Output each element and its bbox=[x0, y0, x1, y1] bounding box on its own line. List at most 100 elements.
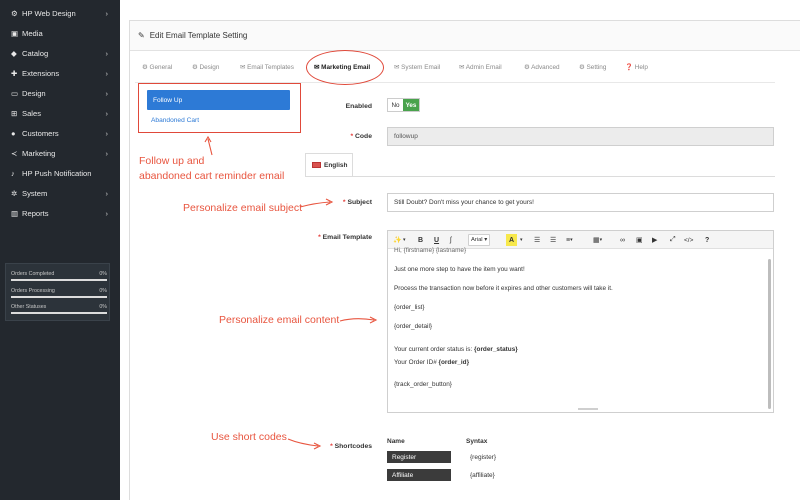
annotation-subject: Personalize email subject bbox=[183, 202, 303, 214]
chevron-right-icon: › bbox=[105, 68, 109, 78]
text-color-button[interactable]: A bbox=[506, 234, 518, 246]
editor-line-status: Your current order status is: {order_sta… bbox=[394, 346, 518, 353]
sidebar-item-design[interactable]: ▭ Design › bbox=[0, 83, 120, 103]
envelope-icon: ✉ bbox=[394, 64, 400, 71]
sidebar-item-customers[interactable]: ● Customers › bbox=[0, 123, 120, 143]
tab-system-email[interactable]: ✉ System Email bbox=[394, 63, 440, 71]
envelope-icon: ✉ bbox=[459, 64, 465, 71]
help-icon[interactable]: ? bbox=[705, 234, 709, 246]
tab-design[interactable]: ⚙ Design bbox=[192, 63, 219, 71]
panel-header: ✎ Edit Email Template Setting bbox=[130, 21, 800, 51]
share-icon: ≺ bbox=[11, 148, 18, 158]
sidebar-item-label: HP Push Notification bbox=[22, 168, 92, 178]
sidebar-item-catalog[interactable]: ◆ Catalog › bbox=[0, 43, 120, 63]
sidebar-item-sales[interactable]: ⊞ Sales › bbox=[0, 103, 120, 123]
gears-icon: ⚙ bbox=[579, 64, 585, 71]
progress-bar bbox=[11, 296, 107, 298]
puzzle-icon: ✚ bbox=[11, 68, 18, 78]
subject-field[interactable]: Still Doubt? Don't miss your chance to g… bbox=[387, 193, 774, 212]
gears-icon: ⚙ bbox=[142, 64, 148, 71]
chevron-right-icon: › bbox=[105, 108, 109, 118]
sidebar-item-extensions[interactable]: ✚ Extensions › bbox=[0, 63, 120, 83]
code-field[interactable]: followup bbox=[387, 127, 774, 146]
required-mark: * bbox=[318, 234, 321, 241]
abandoned-cart-item[interactable]: Abandoned Cart bbox=[151, 117, 199, 124]
align-icon[interactable]: ≡ ▾ bbox=[566, 234, 573, 246]
chevron-right-icon: › bbox=[105, 208, 109, 218]
order-stats-panel: Orders Completed 0% Orders Processing 0%… bbox=[5, 263, 110, 321]
underline-button[interactable]: U bbox=[434, 234, 439, 246]
cart-icon: ⊞ bbox=[11, 108, 18, 118]
editor-line: {order_detail} bbox=[394, 323, 433, 330]
enabled-toggle[interactable]: No Yes bbox=[387, 98, 420, 112]
editor-line: Process the transaction now before it ex… bbox=[394, 285, 613, 292]
video-icon[interactable]: ▶ bbox=[652, 234, 657, 246]
shortcode-syntax-register: {register} bbox=[470, 454, 497, 461]
cog-icon: ✲ bbox=[11, 188, 18, 198]
tab-help[interactable]: ❓ Help bbox=[625, 63, 648, 71]
magic-icon[interactable]: ✨ bbox=[393, 234, 402, 246]
page-title: Edit Email Template Setting bbox=[149, 31, 248, 40]
chevron-right-icon: › bbox=[105, 188, 109, 198]
font-family-select[interactable]: Arial ▾ bbox=[468, 234, 491, 246]
chevron-down-icon[interactable]: ▾ bbox=[403, 234, 406, 246]
shortcodes-label: * Shortcodes bbox=[330, 443, 372, 450]
tab-email-templates[interactable]: ✉ Email Templates bbox=[240, 63, 294, 71]
toggle-yes[interactable]: Yes bbox=[403, 99, 419, 111]
email-template-editor[interactable]: ✨ ▾ B U ʃ Arial ▾ A ▾ ☰ ☰ ≡ ▾ ▦ ▾ ∞ ▣ ▶ ⤢ … bbox=[387, 230, 774, 413]
language-tab-divider bbox=[305, 176, 775, 177]
language-tab-english[interactable]: English bbox=[305, 153, 353, 176]
chevron-right-icon: › bbox=[105, 128, 109, 138]
tab-general[interactable]: ⚙ General bbox=[142, 63, 172, 71]
shortcode-name-affiliate[interactable]: Affiliate bbox=[387, 469, 451, 481]
sidebar-item-marketing[interactable]: ≺ Marketing › bbox=[0, 143, 120, 163]
required-mark: * bbox=[350, 133, 354, 140]
app-root: ⚙ HP Web Design › ▣ Media ◆ Catalog › ✚ … bbox=[0, 0, 800, 500]
fullscreen-icon[interactable]: ⤢ bbox=[670, 234, 676, 246]
picture-icon[interactable]: ▣ bbox=[636, 234, 643, 246]
toggle-no[interactable]: No bbox=[388, 99, 403, 111]
bold-button[interactable]: B bbox=[418, 234, 423, 246]
tab-advanced[interactable]: ⚙ Advanced bbox=[524, 63, 560, 71]
ordered-list-icon[interactable]: ☰ bbox=[550, 234, 556, 246]
sidebar-item-hp-web-design[interactable]: ⚙ HP Web Design › bbox=[0, 3, 120, 23]
subject-label: * Subject bbox=[342, 199, 372, 206]
flag-icon bbox=[312, 162, 321, 168]
gears-icon: ⚙ bbox=[524, 64, 530, 71]
user-icon: ● bbox=[11, 128, 16, 138]
envelope-icon: ✉ bbox=[240, 64, 246, 71]
shortcodes-header-name: Name bbox=[387, 438, 405, 445]
sidebar: ⚙ HP Web Design › ▣ Media ◆ Catalog › ✚ … bbox=[0, 0, 120, 500]
tab-setting[interactable]: ⚙ Setting bbox=[579, 63, 606, 71]
tab-admin-email[interactable]: ✉ Admin Email bbox=[459, 63, 502, 71]
help-icon: ❓ bbox=[625, 64, 633, 71]
annotation-follow-up-2: abandoned cart reminder email bbox=[139, 170, 285, 182]
email-template-label: * Email Template bbox=[318, 234, 372, 241]
sidebar-item-system[interactable]: ✲ System › bbox=[0, 183, 120, 203]
stat-orders-completed: Orders Completed 0% bbox=[11, 271, 107, 277]
progress-bar bbox=[11, 312, 107, 314]
code-view-icon[interactable]: </> bbox=[684, 234, 693, 246]
link-icon[interactable]: ∞ bbox=[620, 234, 625, 246]
follow-up-item[interactable]: Follow Up bbox=[147, 90, 290, 110]
required-mark: * bbox=[342, 199, 346, 206]
sidebar-item-media[interactable]: ▣ Media bbox=[0, 23, 120, 43]
shortcode-name-register[interactable]: Register bbox=[387, 451, 451, 463]
editor-resize-handle[interactable] bbox=[578, 408, 598, 410]
editor-scrollbar[interactable] bbox=[768, 259, 771, 409]
shortcode-syntax-affiliate: {affiliate} bbox=[470, 472, 495, 479]
unordered-list-icon[interactable]: ☰ bbox=[534, 234, 540, 246]
sidebar-item-reports[interactable]: ▥ Reports › bbox=[0, 203, 120, 223]
stat-other-statuses: Other Statuses 0% bbox=[11, 304, 107, 310]
chevron-right-icon: › bbox=[105, 48, 109, 58]
image-icon: ▣ bbox=[11, 28, 19, 38]
chevron-down-icon[interactable]: ▾ bbox=[520, 234, 523, 246]
shortcodes-header-syntax: Syntax bbox=[466, 438, 488, 445]
table-icon[interactable]: ▦ ▾ bbox=[593, 234, 602, 246]
annotation-shortcodes: Use short codes bbox=[211, 431, 287, 443]
progress-bar bbox=[11, 279, 107, 281]
eraser-icon[interactable]: ʃ bbox=[450, 234, 452, 246]
code-label: * Code bbox=[350, 133, 372, 140]
sidebar-item-hp-push-notification[interactable]: ♪ HP Push Notification bbox=[0, 163, 120, 183]
monitor-icon: ▭ bbox=[11, 88, 19, 98]
